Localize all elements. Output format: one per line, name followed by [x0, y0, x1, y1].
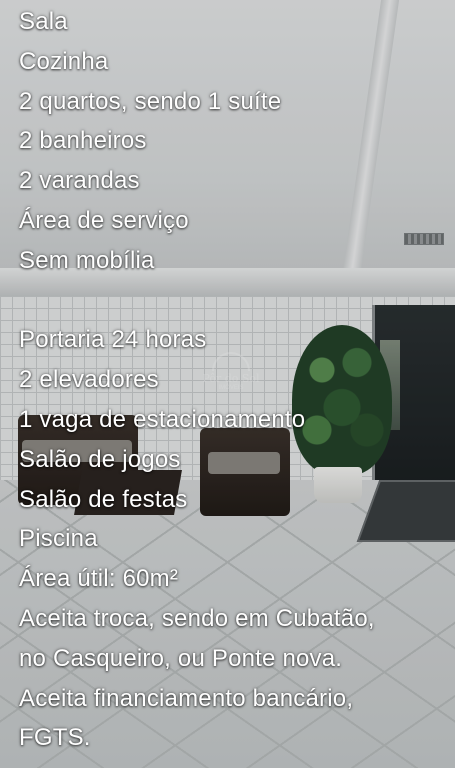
- listing-line: Sala: [19, 8, 68, 35]
- listing-line: 2 varandas: [19, 167, 140, 195]
- listing-line: Piscina: [19, 525, 98, 553]
- listing-line: Área de serviço: [19, 206, 189, 234]
- listing-line: 2 banheiros: [19, 127, 147, 155]
- listing-line: FGTS.: [19, 724, 91, 752]
- listing-line: 2 quartos, sendo 1 suíte: [19, 87, 282, 115]
- listing-line: Sem mobília: [19, 246, 155, 274]
- listing-line: Aceita financiamento bancário,: [19, 684, 354, 712]
- listing-line: no Casqueiro, ou Ponte nova.: [19, 644, 343, 672]
- listing-text: Sala Cozinha 2 quartos, sendo 1 suíte 2 …: [19, 2, 444, 758]
- listing-line: Portaria 24 horas: [19, 326, 207, 354]
- listing-line: 1 vaga de estacionamento: [19, 405, 306, 433]
- listing-line: Cozinha: [19, 47, 109, 75]
- listing-line: Salão de festas: [19, 485, 188, 513]
- listing-line: Salão de jogos: [19, 445, 181, 473]
- listing-line: Área útil: 60m²: [19, 565, 179, 593]
- listing-line: 2 elevadores: [19, 366, 159, 394]
- listing-line: Aceita troca, sendo em Cubatão,: [19, 604, 375, 632]
